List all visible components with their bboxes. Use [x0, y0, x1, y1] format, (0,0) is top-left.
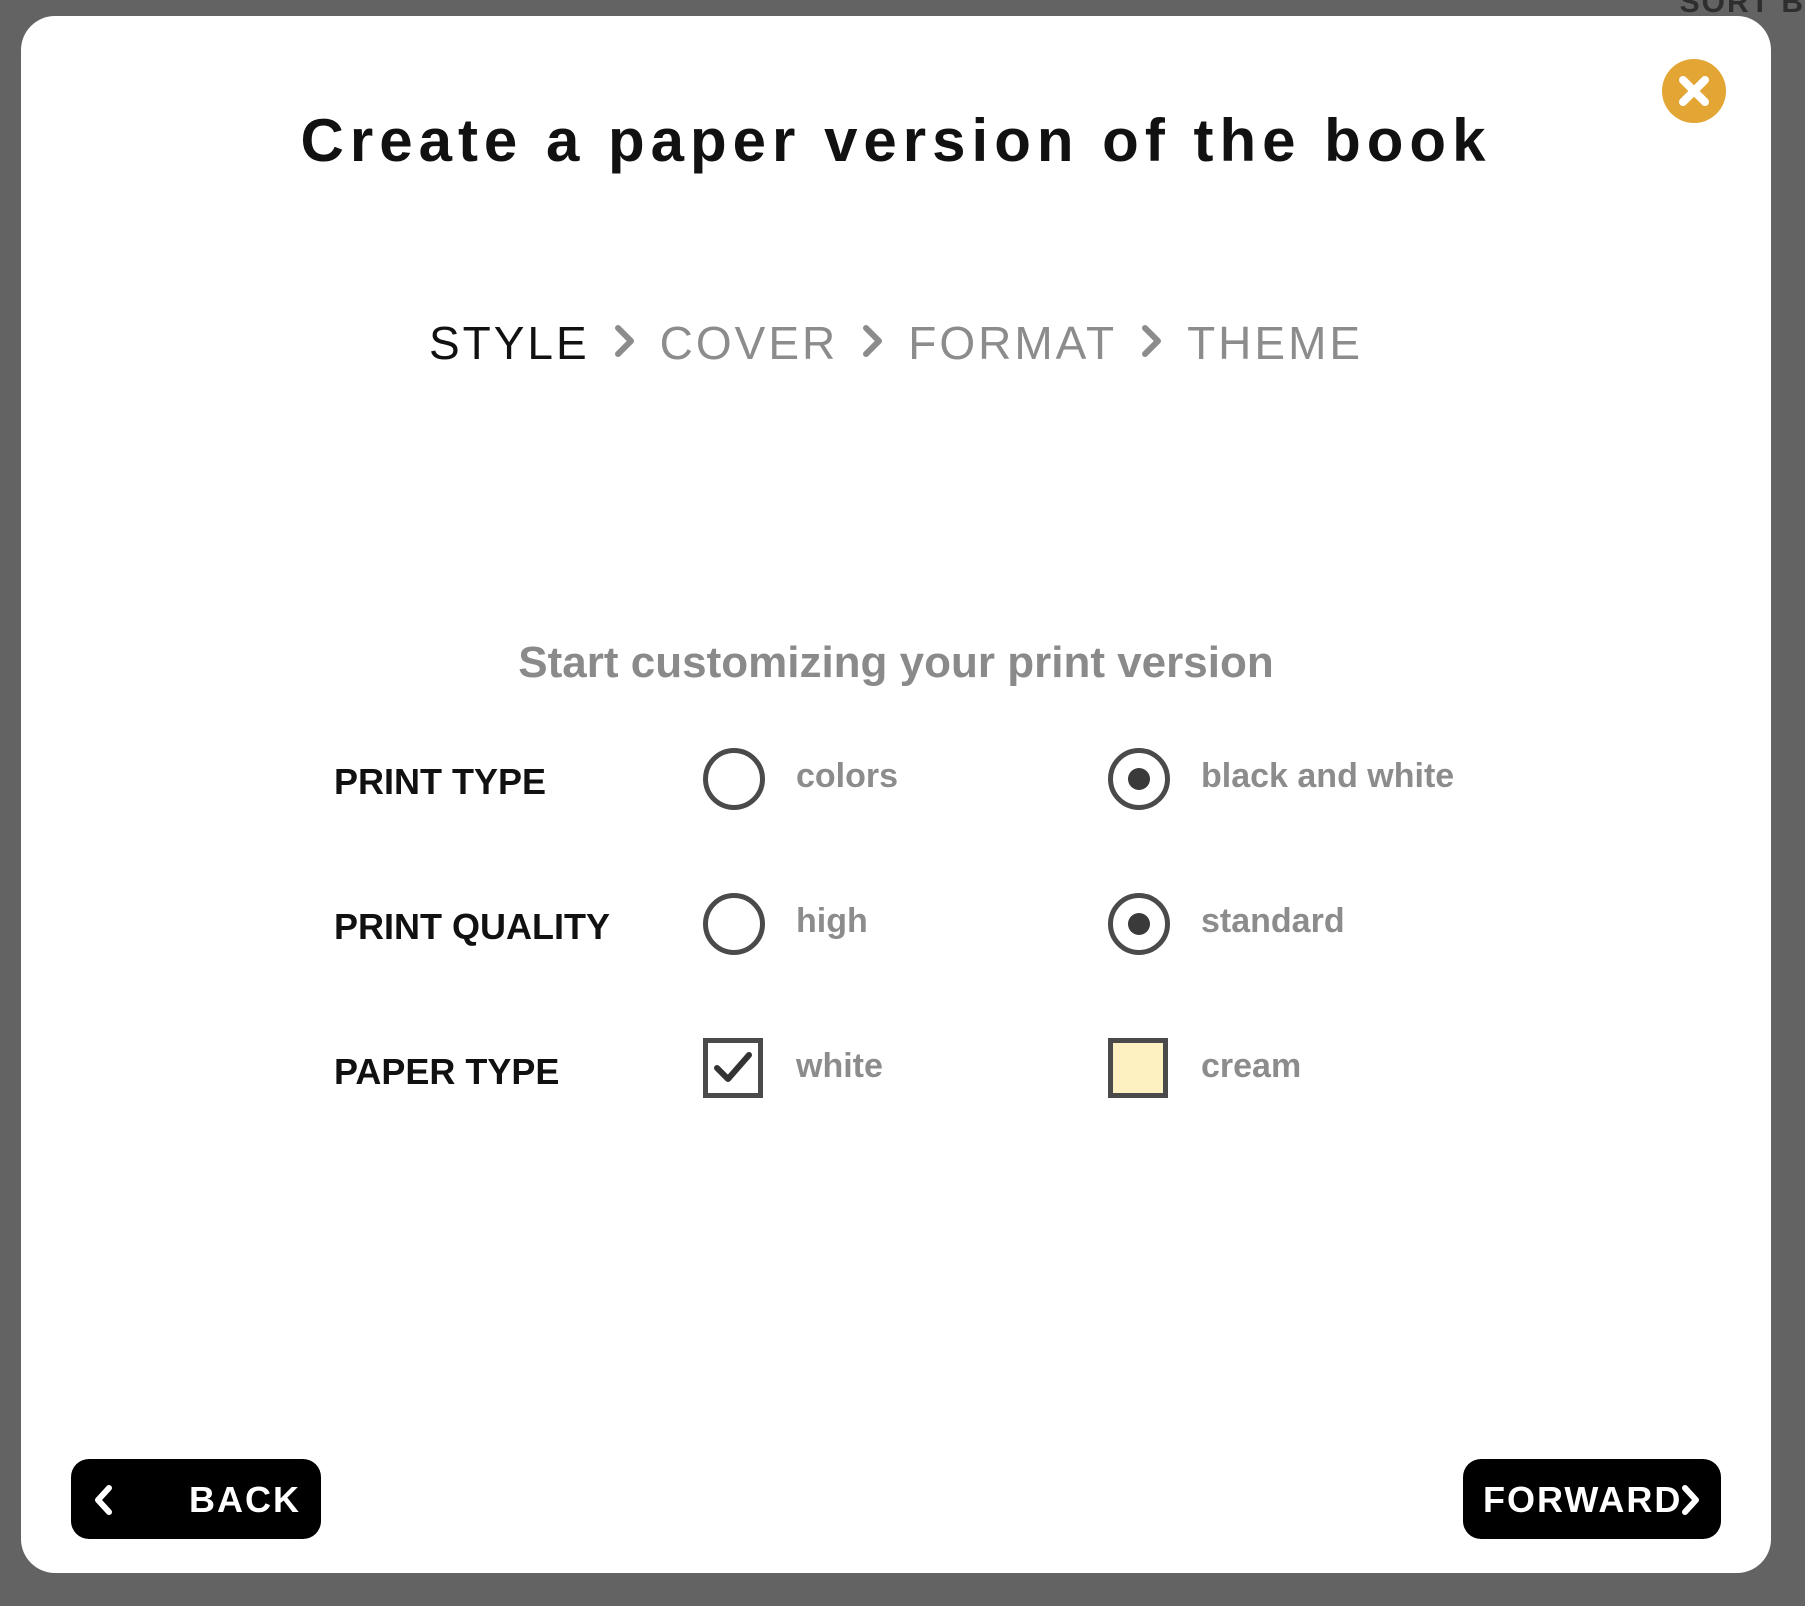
radio-button[interactable] — [703, 893, 765, 955]
chevron-right-icon — [1677, 1483, 1703, 1526]
back-label: BACK — [189, 1479, 301, 1520]
radio-button-selected[interactable] — [1108, 748, 1170, 810]
radio-dot — [1128, 913, 1150, 935]
print-quality-label: PRINT QUALITY — [334, 906, 610, 947]
section-subtitle: Start customizing your print version — [518, 638, 1274, 687]
chevron-left-icon — [91, 1483, 117, 1526]
step-breadcrumb: STYLE COVER FORMAT THEME — [21, 316, 1771, 370]
print-type-label: PRINT TYPE — [334, 761, 547, 802]
option-label: standard — [1201, 902, 1345, 940]
step-style[interactable]: STYLE — [429, 316, 590, 370]
radio-dot — [1128, 768, 1150, 790]
forward-button[interactable]: FORWARD — [1463, 1459, 1721, 1539]
step-theme[interactable]: THEME — [1187, 316, 1363, 370]
option-label: colors — [796, 757, 899, 795]
option-label: cream — [1201, 1047, 1302, 1085]
radio-button-selected[interactable] — [1108, 893, 1170, 955]
radio-button[interactable] — [703, 748, 765, 810]
paper-version-modal: Create a paper version of the book STYLE… — [21, 16, 1771, 1573]
chevron-right-icon — [1139, 323, 1165, 364]
step-format[interactable]: FORMAT — [908, 316, 1117, 370]
option-label: high — [796, 902, 868, 940]
paper-type-row: PAPER TYPE white cream — [334, 1033, 1534, 1113]
option-label: black and white — [1201, 757, 1455, 795]
print-quality-row: PRINT QUALITY high standard — [334, 888, 1534, 968]
print-type-row: PRINT TYPE colors black and white — [334, 743, 1534, 823]
back-button[interactable]: BACK — [71, 1459, 321, 1539]
chevron-right-icon — [860, 323, 886, 364]
chevron-right-icon — [612, 323, 638, 364]
option-label: white — [796, 1047, 883, 1085]
forward-label: FORWARD — [1483, 1479, 1683, 1520]
modal-title: Create a paper version of the book — [300, 107, 1492, 174]
paper-swatch-white-checked[interactable] — [703, 1038, 763, 1098]
paper-type-label: PAPER TYPE — [334, 1051, 560, 1092]
checkmark-icon — [714, 1052, 752, 1082]
step-cover[interactable]: COVER — [660, 316, 839, 370]
paper-swatch-cream[interactable] — [1108, 1038, 1168, 1098]
